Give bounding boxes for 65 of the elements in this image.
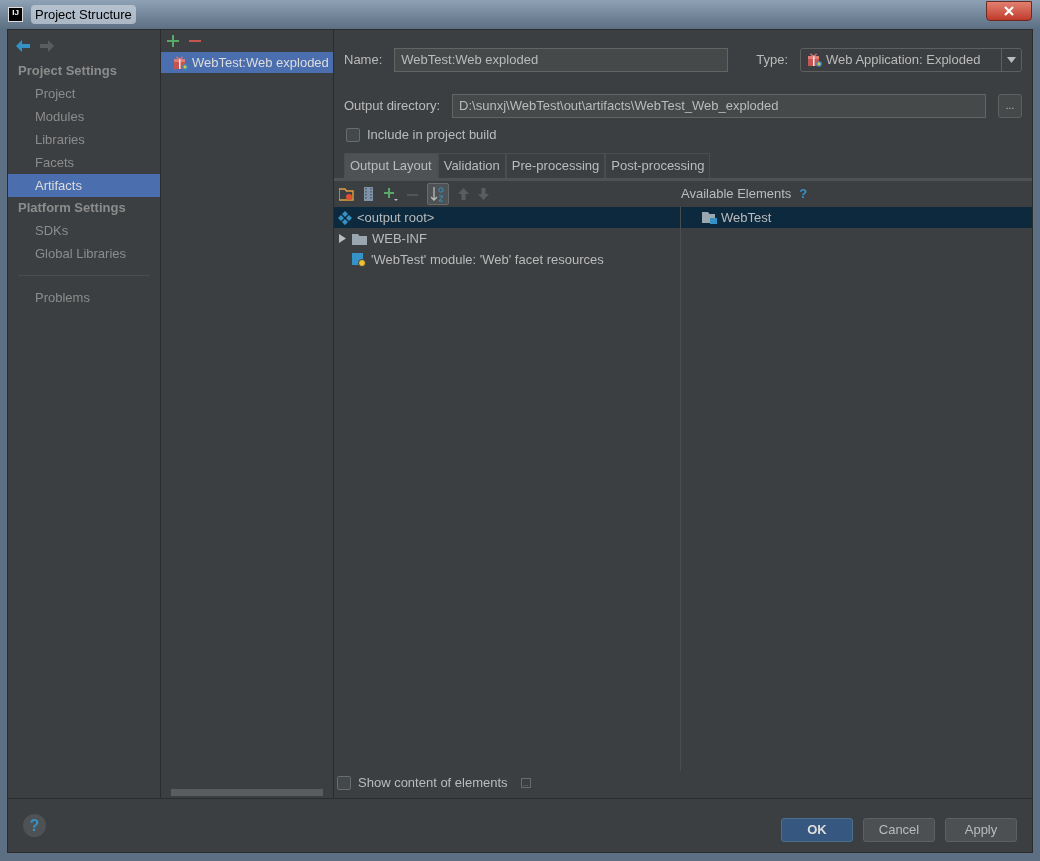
available-elements-label: Available Elements — [681, 185, 792, 204]
artifact-item[interactable]: WebTest:Web exploded — [161, 52, 333, 73]
package-icon — [807, 52, 822, 67]
sidebar-item[interactable]: Problems — [8, 286, 160, 309]
tree-row[interactable]: <output root> — [334, 207, 680, 228]
back-arrow-icon[interactable] — [16, 40, 30, 52]
app-logo: IJ — [8, 7, 23, 22]
move-up-icon[interactable] — [458, 188, 469, 200]
section-heading: Platform Settings — [17, 199, 127, 218]
tree-label: 'WebTest' module: 'Web' facet resources — [371, 250, 604, 269]
horizontal-scrollbar[interactable] — [171, 789, 323, 796]
add-icon[interactable] — [167, 35, 179, 47]
web-module-icon — [352, 252, 366, 267]
tab[interactable]: Pre-processing — [505, 153, 606, 178]
sidebar-item[interactable]: Facets — [8, 151, 160, 174]
browse-button[interactable]: ... — [998, 93, 1022, 118]
sidebar-item[interactable]: Modules — [8, 105, 160, 128]
output-directory-field[interactable]: D:\sunxj\WebTest\out\artifacts\WebTest_Web_exploded — [452, 93, 986, 118]
name-field[interactable]: WebTest:Web exploded — [394, 47, 729, 72]
module-folder-icon — [702, 211, 717, 224]
section-heading: Project Settings — [17, 62, 118, 81]
output-directory-label: Output directory: — [344, 96, 441, 115]
move-down-icon[interactable] — [478, 188, 489, 200]
available-row[interactable]: WebTest — [681, 207, 1032, 228]
sidebar-item[interactable]: Libraries — [8, 128, 160, 151]
close-icon — [1004, 5, 1014, 16]
show-content-label: Show content of elements — [358, 774, 508, 793]
tree-row[interactable]: 'WebTest' module: 'Web' facet resources — [334, 249, 680, 270]
tree-row[interactable]: WEB-INF — [334, 228, 680, 249]
tree-label: WEB-INF — [372, 229, 427, 248]
dialog-button[interactable]: OK — [781, 817, 853, 842]
tab[interactable]: Output Layout — [344, 153, 438, 178]
available-label: WebTest — [721, 208, 772, 227]
sidebar-item[interactable]: SDKs — [8, 219, 160, 242]
artifact-name: WebTest:Web exploded — [192, 53, 329, 72]
sidebar-item[interactable]: Artifacts — [8, 174, 160, 197]
sort-alphabetical-icon — [431, 186, 445, 202]
include-checkbox[interactable] — [346, 128, 360, 142]
new-folder-icon[interactable] — [339, 187, 354, 201]
sidebar-item[interactable]: Global Libraries — [8, 242, 160, 265]
diamond-cluster-icon — [338, 210, 352, 225]
package-icon — [173, 55, 188, 70]
dialog-button[interactable]: Apply — [945, 817, 1017, 842]
include-label: Include in project build — [367, 126, 497, 145]
close-button[interactable] — [986, 0, 1032, 21]
add-icon[interactable] — [383, 186, 398, 202]
archive-icon[interactable] — [363, 187, 374, 201]
type-dropdown[interactable]: Web Application: Exploded — [800, 47, 1022, 72]
folder-icon — [352, 232, 367, 245]
help-icon[interactable]: ? — [799, 184, 808, 204]
tab[interactable]: Validation — [437, 153, 506, 178]
sidebar-item[interactable]: Project — [8, 82, 160, 105]
forward-arrow-icon[interactable] — [40, 40, 54, 52]
type-value: Web Application: Exploded — [826, 50, 982, 69]
dropdown-caret-icon — [1007, 56, 1016, 63]
window-title: Project Structure — [31, 4, 136, 25]
name-label: Name: — [344, 50, 383, 69]
type-label: Type: — [756, 50, 788, 69]
show-content-checkbox[interactable] — [337, 776, 351, 790]
tab[interactable]: Post-processing — [605, 153, 711, 178]
help-button[interactable]: ? — [23, 814, 46, 837]
tree-label: <output root> — [357, 208, 435, 227]
expand-arrow-icon[interactable] — [338, 234, 347, 243]
dialog-button[interactable]: Cancel — [863, 817, 935, 842]
sort-button[interactable] — [427, 183, 449, 205]
